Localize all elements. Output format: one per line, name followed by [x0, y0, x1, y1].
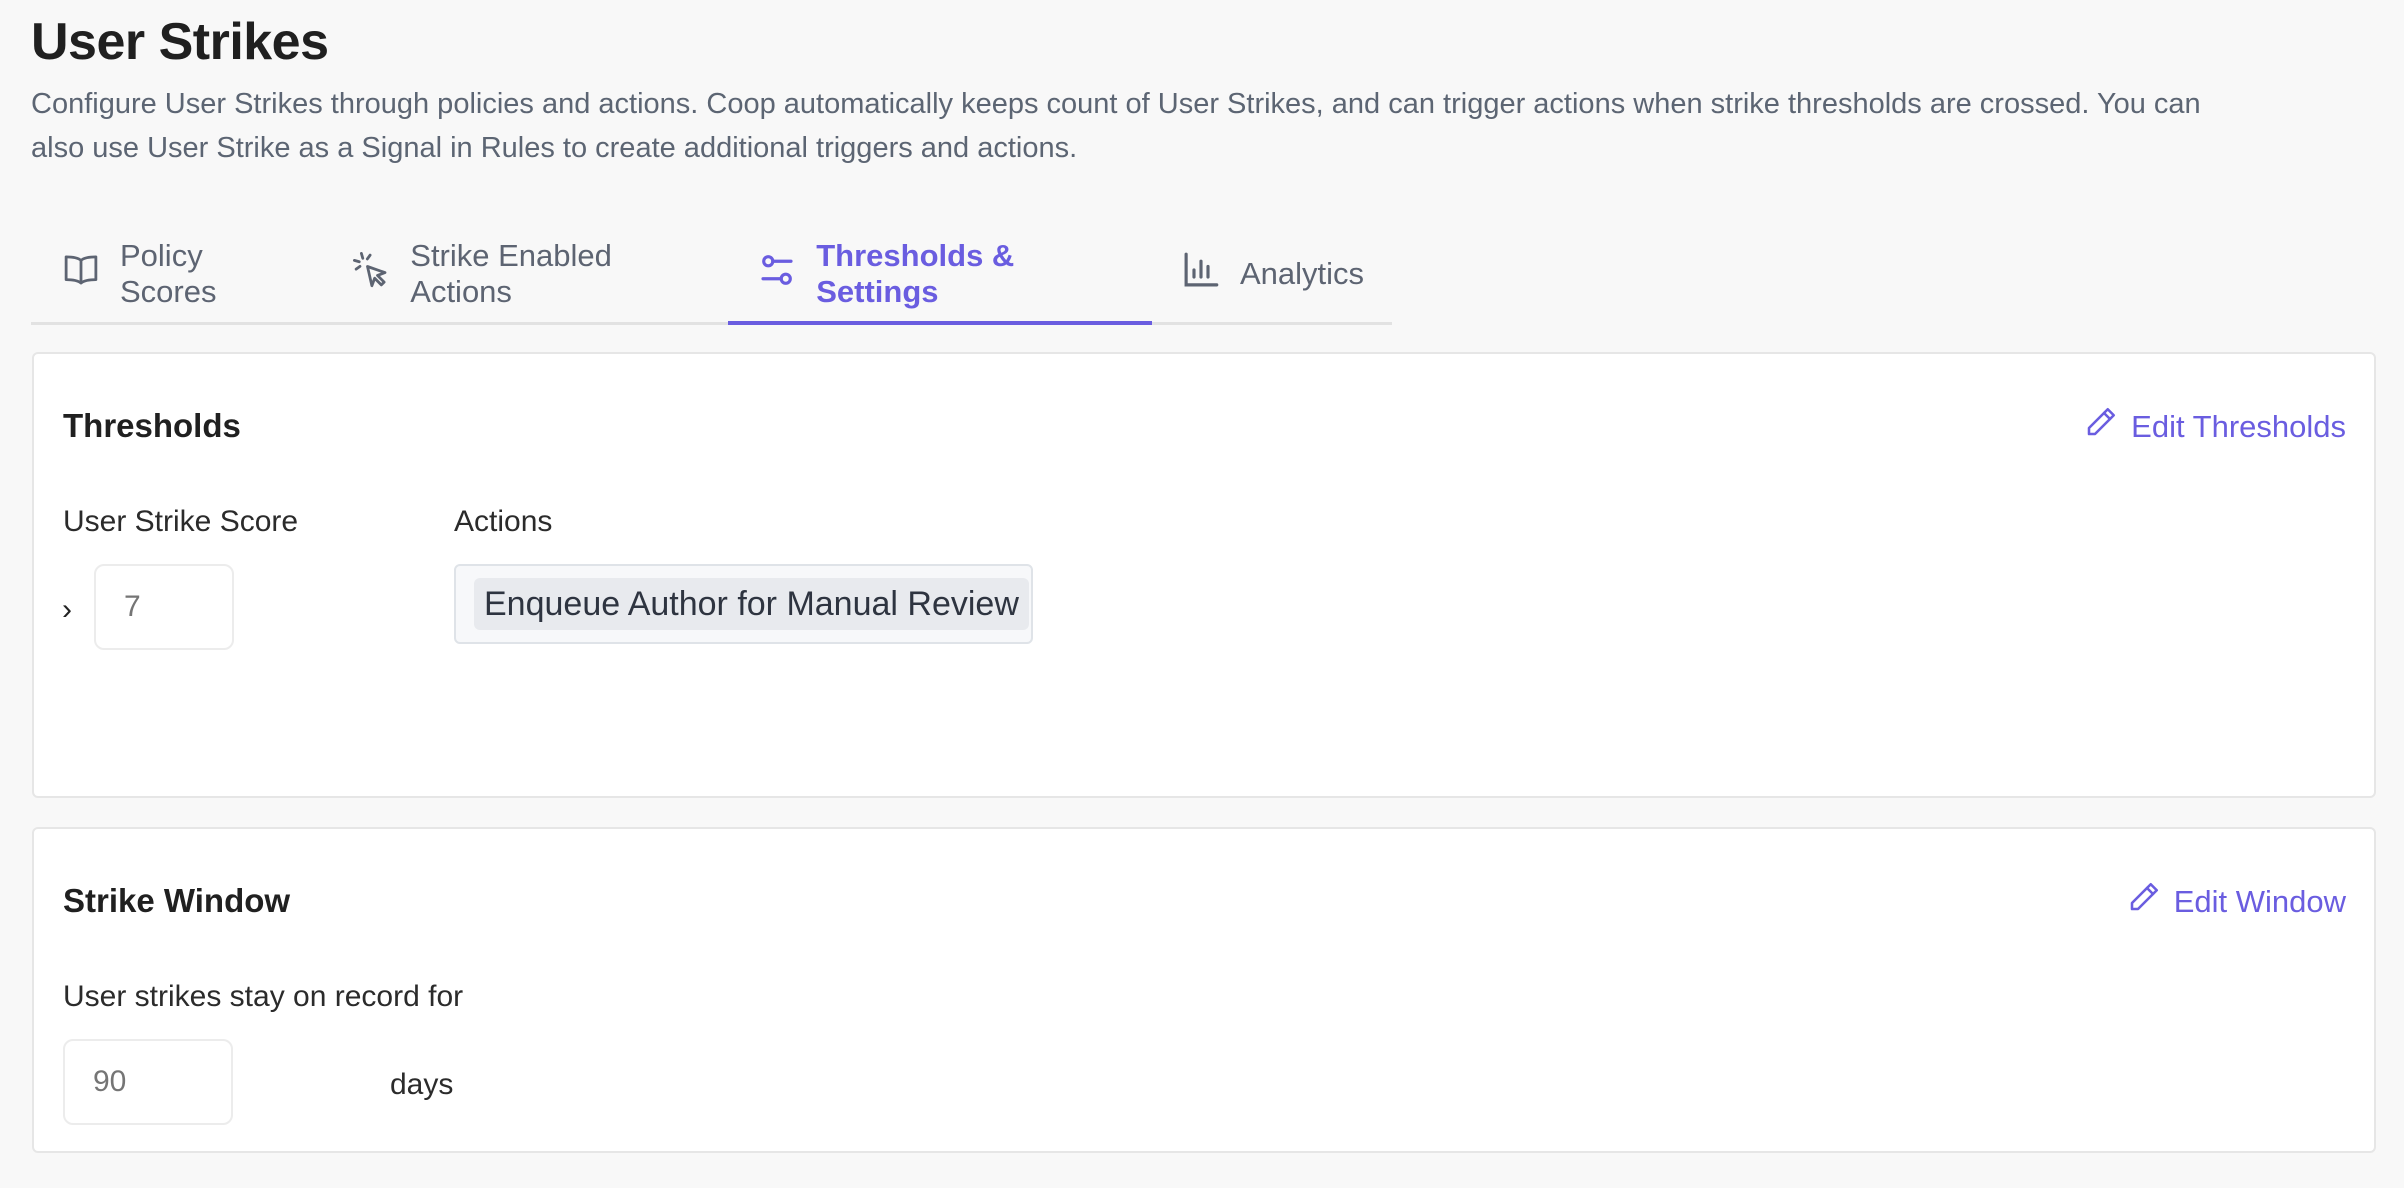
actions-label: Actions [454, 505, 553, 538]
window-days-input[interactable] [63, 1039, 233, 1125]
tab-analytics[interactable]: Analytics [1152, 226, 1392, 322]
tab-policy-scores[interactable]: Policy Scores [31, 226, 322, 322]
strike-score-input[interactable] [94, 564, 234, 650]
page-title: User Strikes [31, 13, 329, 71]
tab-bar: Policy Scores Strike Enabled Actions Thr… [31, 226, 1392, 325]
strike-window-card: Strike Window Edit Window User strikes s… [32, 827, 2376, 1153]
page-description: Configure User Strikes through policies … [31, 88, 2201, 164]
bar-chart-icon [1180, 249, 1222, 299]
tab-label: Analytics [1239, 256, 1365, 291]
days-unit-label: days [390, 1068, 454, 1101]
thresholds-heading: Thresholds [63, 407, 241, 444]
edit-thresholds-button[interactable]: Edit Thresholds [2083, 404, 2346, 450]
actions-select[interactable]: Enqueue Author for Manual Review [454, 564, 1033, 644]
strike-window-heading: Strike Window [63, 882, 291, 919]
tab-label: Strike Enabled Actions [410, 238, 612, 309]
action-tag: Enqueue Author for Manual Review [474, 578, 1029, 630]
sliders-icon [756, 249, 798, 299]
edit-window-button[interactable]: Edit Window [2126, 879, 2346, 925]
greater-than-operator: › [62, 593, 72, 626]
edit-window-label: Edit Window [2173, 884, 2346, 919]
book-open-icon [60, 249, 102, 299]
edit-thresholds-label: Edit Thresholds [2131, 409, 2346, 444]
tab-label: Thresholds & Settings [816, 238, 1015, 309]
pencil-icon [2126, 879, 2162, 925]
strike-window-description: User strikes stay on record for [63, 980, 464, 1013]
pencil-icon [2083, 404, 2119, 450]
thresholds-card: Thresholds Edit Thresholds User Strike S… [32, 352, 2376, 798]
tab-thresholds-settings[interactable]: Thresholds & Settings [728, 226, 1152, 325]
cursor-click-icon [350, 249, 392, 299]
user-strike-score-label: User Strike Score [63, 505, 299, 538]
tab-strike-enabled-actions[interactable]: Strike Enabled Actions [322, 226, 728, 322]
tab-label: Policy Scores [120, 238, 217, 309]
